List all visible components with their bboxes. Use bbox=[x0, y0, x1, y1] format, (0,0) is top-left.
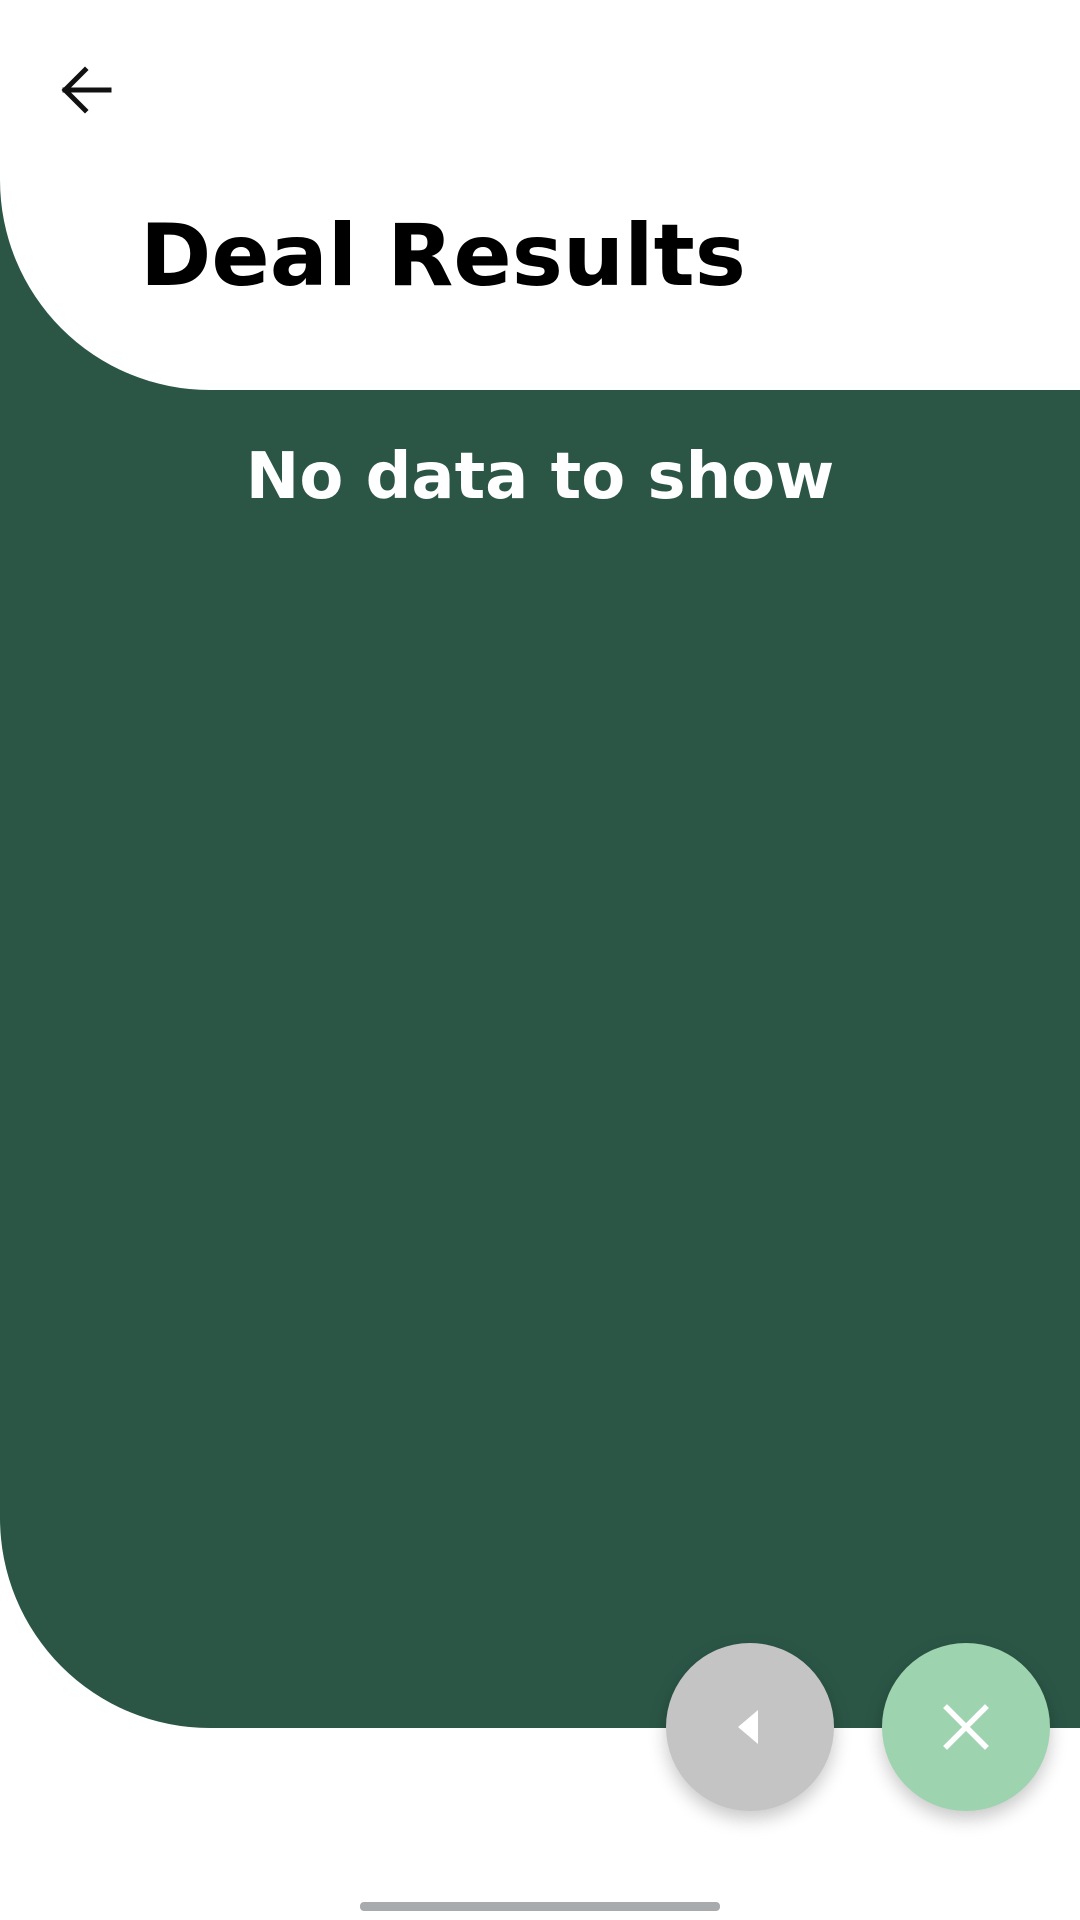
gesture-navigation-handle[interactable] bbox=[360, 1902, 720, 1911]
header: Deal Results bbox=[0, 0, 1080, 390]
close-button[interactable] bbox=[882, 1643, 1050, 1811]
empty-state-message: No data to show bbox=[245, 440, 835, 514]
results-panel bbox=[0, 180, 1080, 1728]
previous-button[interactable] bbox=[666, 1643, 834, 1811]
close-icon bbox=[943, 1704, 989, 1750]
back-button[interactable] bbox=[46, 50, 126, 130]
deal-results-screen: Deal Results No data to show bbox=[0, 0, 1080, 1920]
page-title: Deal Results bbox=[140, 206, 746, 306]
arrow-left-icon bbox=[61, 66, 112, 114]
caret-left-icon bbox=[738, 1710, 758, 1744]
